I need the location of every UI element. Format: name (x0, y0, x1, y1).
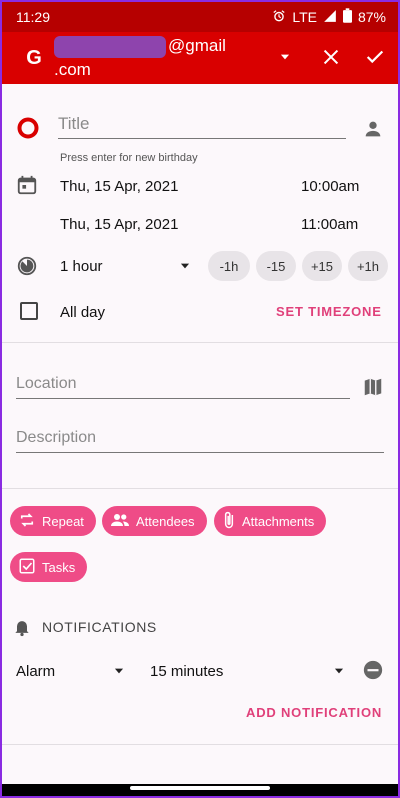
title-hint: Press enter for new birthday (60, 152, 198, 164)
description-input[interactable] (16, 424, 384, 453)
app-frame: 11:29 LTE 87% G @gmail .com Title Press … (0, 0, 400, 798)
people-icon (110, 511, 130, 532)
timer-icon (16, 255, 38, 282)
duration-select[interactable]: 1 hour (60, 258, 103, 275)
set-timezone-button[interactable]: SET TIMEZONE (276, 304, 382, 319)
adjust-plus-15-button[interactable]: +15 (302, 251, 342, 281)
google-logo-icon: G (26, 46, 42, 69)
attachments-button[interactable]: Attachments (214, 506, 327, 536)
home-handle[interactable] (130, 786, 270, 790)
all-day-checkbox[interactable] (20, 302, 38, 320)
repeat-button[interactable]: Repeat (10, 506, 96, 536)
bell-icon (12, 616, 32, 643)
calendar-icon (16, 174, 38, 201)
start-time[interactable]: 10:00am (301, 178, 359, 195)
divider (2, 744, 398, 745)
divider (2, 488, 398, 489)
notification-interval-select[interactable]: 15 minutes (150, 663, 223, 680)
notification-interval-dropdown-icon[interactable] (332, 664, 346, 683)
color-ring-icon[interactable] (16, 116, 40, 145)
repeat-icon (18, 511, 36, 532)
account-suffix: @gmail (168, 36, 226, 55)
attachments-label: Attachments (242, 513, 315, 529)
close-icon[interactable] (320, 46, 342, 73)
adjust-plus-1h-button[interactable]: +1h (348, 251, 388, 281)
duration-dropdown-icon[interactable] (178, 259, 192, 278)
checkbox-icon (18, 557, 36, 578)
battery-icon (342, 8, 352, 26)
location-input[interactable] (16, 370, 350, 399)
tasks-button[interactable]: Tasks (10, 552, 88, 582)
tasks-label: Tasks (42, 559, 76, 575)
account-selector[interactable]: @gmail .com (54, 34, 226, 82)
repeat-label: Repeat (42, 513, 84, 529)
check-icon[interactable] (364, 46, 386, 73)
notifications-header: NOTIFICATIONS (42, 619, 157, 635)
remove-notification-icon[interactable] (362, 659, 384, 686)
signal-icon (323, 9, 337, 26)
title-input[interactable] (58, 110, 346, 139)
redacted-email (54, 35, 166, 58)
divider (2, 342, 398, 343)
status-bar: 11:29 LTE 87% (2, 2, 398, 32)
attendees-label: Attendees (136, 513, 195, 529)
end-date[interactable]: Thu, 15 Apr, 2021 (60, 216, 178, 233)
account-domain: .com (54, 60, 91, 79)
adjust-minus-15-button[interactable]: -15 (256, 251, 296, 281)
end-time[interactable]: 11:00am (301, 216, 358, 233)
attendees-button[interactable]: Attendees (102, 506, 207, 536)
paperclip-icon (222, 510, 236, 533)
app-bar: G @gmail .com (2, 32, 398, 84)
status-icons: LTE 87% (272, 8, 386, 26)
adjust-minus-1h-button[interactable]: -1h (208, 251, 250, 281)
chevron-down-icon[interactable] (278, 50, 292, 69)
battery-level: 87% (357, 9, 386, 25)
navigation-bar (2, 784, 398, 796)
add-notification-button[interactable]: ADD NOTIFICATION (246, 705, 382, 720)
start-date[interactable]: Thu, 15 Apr, 2021 (60, 178, 178, 195)
person-icon[interactable] (362, 118, 384, 145)
all-day-label: All day (60, 304, 106, 321)
status-time: 11:29 (16, 9, 50, 25)
notification-type-dropdown-icon[interactable] (112, 664, 126, 683)
network-type: LTE (292, 9, 317, 25)
notification-type-select[interactable]: Alarm (16, 663, 55, 680)
map-icon[interactable] (362, 376, 384, 403)
alarm-icon (272, 9, 286, 26)
